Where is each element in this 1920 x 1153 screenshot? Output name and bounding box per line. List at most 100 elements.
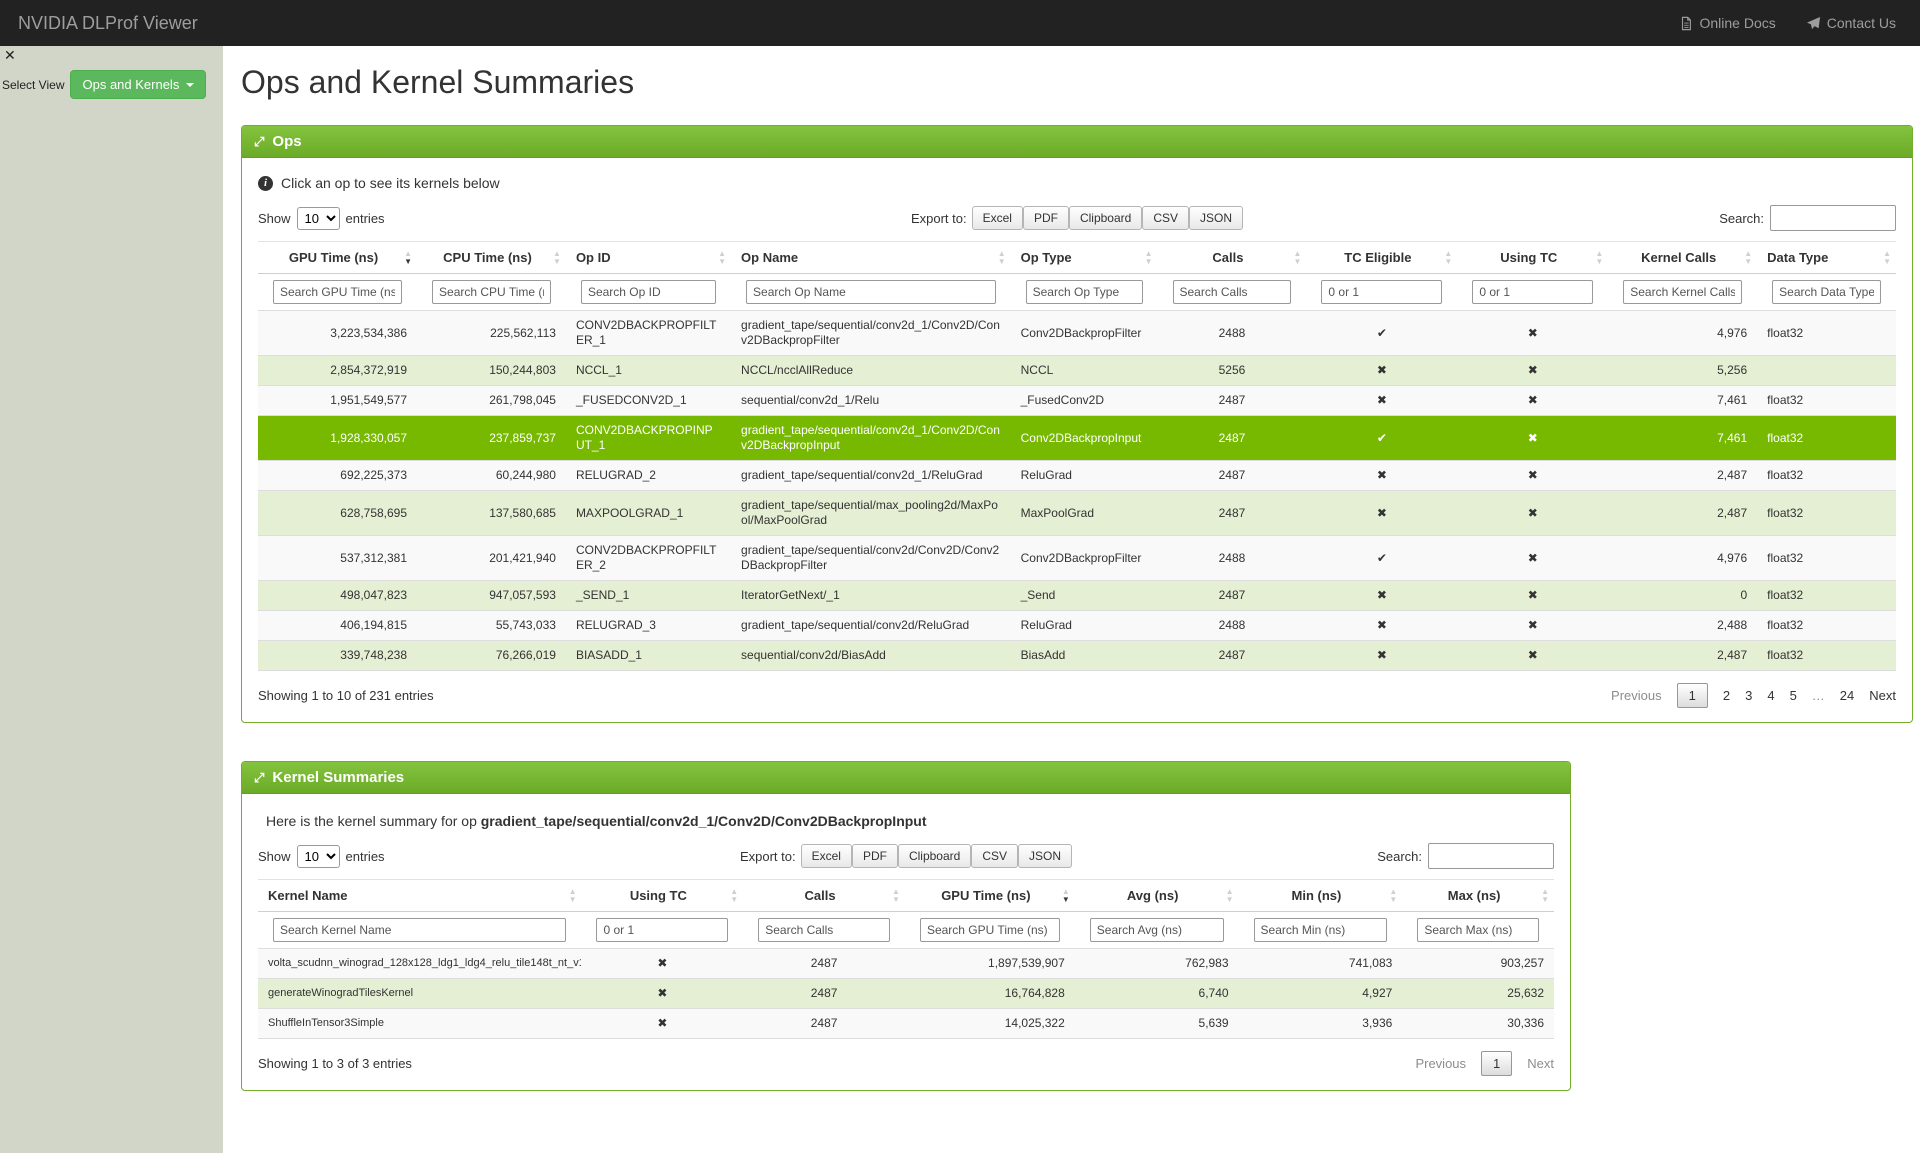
table-row[interactable]: 1,928,330,057237,859,737CONV2DBACKPROPIN… [258, 416, 1896, 461]
table-row[interactable]: 537,312,381201,421,940CONV2DBACKPROPFILT… [258, 536, 1896, 581]
export-clipboard-button[interactable]: Clipboard [1069, 206, 1142, 230]
column-header-using-tc[interactable]: Using TC▲▼ [1457, 242, 1608, 274]
column-header-using-tc[interactable]: Using TC▲▼ [581, 880, 743, 912]
page-length-select[interactable]: 10 [297, 207, 340, 230]
filter-input-tc-eligible[interactable] [1321, 280, 1442, 304]
table-search-input[interactable] [1428, 843, 1554, 869]
column-header-gpu-time-ns[interactable]: GPU Time (ns)▲▼ [905, 880, 1075, 912]
pagination-4[interactable]: 4 [1767, 688, 1774, 703]
table-cell: gradient_tape/sequential/conv2d_1/Conv2D… [731, 416, 1011, 461]
table-cell: 903,257 [1402, 949, 1554, 979]
close-icon[interactable]: ✕ [4, 48, 16, 62]
column-header-label: Calls [1212, 250, 1243, 265]
column-header-min-ns[interactable]: Min (ns)▲▼ [1239, 880, 1403, 912]
filter-input-data-type[interactable] [1772, 280, 1881, 304]
export-pdf-button[interactable]: PDF [1023, 206, 1069, 230]
pagination-3[interactable]: 3 [1745, 688, 1752, 703]
table-cell: _Send [1011, 581, 1158, 611]
contact-us-link[interactable]: Contact Us [1806, 15, 1896, 31]
table-search-input[interactable] [1770, 205, 1896, 231]
table-cell: 4,927 [1239, 979, 1403, 1009]
filter-input-min-ns[interactable] [1254, 918, 1388, 942]
column-header-op-type[interactable]: Op Type▲▼ [1011, 242, 1158, 274]
filter-input-op-type[interactable] [1026, 280, 1143, 304]
table-cell: 237,859,737 [417, 416, 566, 461]
online-docs-link[interactable]: Online Docs [1679, 15, 1775, 31]
entries-info: Showing 1 to 3 of 3 entries [258, 1056, 412, 1071]
filter-input-avg-ns[interactable] [1090, 918, 1224, 942]
column-header-cpu-time-ns[interactable]: CPU Time (ns)▲▼ [417, 242, 566, 274]
table-cell: 628,758,695 [258, 491, 417, 536]
filter-input-gpu-time-ns[interactable] [920, 918, 1060, 942]
table-cell: BiasAdd [1011, 641, 1158, 671]
export-excel-button[interactable]: Excel [801, 844, 852, 868]
pagination-5[interactable]: 5 [1790, 688, 1797, 703]
table-row[interactable]: 406,194,81555,743,033RELUGRAD_3gradient_… [258, 611, 1896, 641]
table-row[interactable]: 692,225,37360,244,980RELUGRAD_2gradient_… [258, 461, 1896, 491]
table-cell: 3,936 [1239, 1009, 1403, 1039]
column-header-avg-ns[interactable]: Avg (ns)▲▼ [1075, 880, 1239, 912]
export-clipboard-button[interactable]: Clipboard [898, 844, 971, 868]
filter-input-calls[interactable] [1173, 280, 1292, 304]
filter-input-kernel-calls[interactable] [1623, 280, 1742, 304]
table-cell: 2487 [743, 979, 905, 1009]
column-header-kernel-calls[interactable]: Kernel Calls▲▼ [1608, 242, 1757, 274]
filter-input-using-tc[interactable] [1472, 280, 1593, 304]
app-brand[interactable]: NVIDIA DLProf Viewer [18, 13, 198, 34]
table-cell: 14,025,322 [905, 1009, 1075, 1039]
export-excel-button[interactable]: Excel [972, 206, 1023, 230]
table-row[interactable]: 3,223,534,386225,562,113CONV2DBACKPROPFI… [258, 311, 1896, 356]
filter-input-op-id[interactable] [581, 280, 716, 304]
column-header-op-id[interactable]: Op ID▲▼ [566, 242, 731, 274]
filter-input-max-ns[interactable] [1417, 918, 1539, 942]
table-cell: 6,740 [1075, 979, 1239, 1009]
table-row[interactable]: 2,854,372,919150,244,803NCCL_1NCCL/ncclA… [258, 356, 1896, 386]
column-header-tc-eligible[interactable]: TC Eligible▲▼ [1306, 242, 1457, 274]
pagination-1[interactable]: 1 [1481, 1051, 1512, 1076]
table-row[interactable]: 339,748,23876,266,019BIASADD_1sequential… [258, 641, 1896, 671]
kernel-summary-line: Here is the kernel summary for op gradie… [258, 813, 1554, 829]
ops-panel: ⤢ Ops i Click an op to see its kernels b… [241, 125, 1913, 723]
filter-input-kernel-name[interactable] [273, 918, 566, 942]
filter-input-using-tc[interactable] [596, 918, 728, 942]
filter-input-cpu-time-ns[interactable] [432, 280, 551, 304]
kernel-show-entries: Show 10 entries [258, 845, 385, 868]
page-length-select[interactable]: 10 [297, 845, 340, 868]
column-header-calls[interactable]: Calls▲▼ [1158, 242, 1307, 274]
table-row[interactable]: 498,047,823947,057,593_SEND_1IteratorGet… [258, 581, 1896, 611]
top-navbar: NVIDIA DLProf Viewer Online Docs Contact… [0, 0, 1920, 46]
pagination-24[interactable]: 24 [1840, 688, 1854, 703]
export-json-button[interactable]: JSON [1189, 206, 1243, 230]
column-header-data-type[interactable]: Data Type▲▼ [1757, 242, 1896, 274]
export-csv-button[interactable]: CSV [971, 844, 1018, 868]
pagination-2[interactable]: 2 [1723, 688, 1730, 703]
table-cell: 1,928,330,057 [258, 416, 417, 461]
column-header-op-name[interactable]: Op Name▲▼ [731, 242, 1011, 274]
table-cell: gradient_tape/sequential/conv2d_1/Conv2D… [731, 311, 1011, 356]
table-cell: float32 [1757, 386, 1896, 416]
sort-arrows-icon: ▲▼ [718, 250, 726, 266]
table-row[interactable]: 1,951,549,577261,798,045_FUSEDCONV2D_1se… [258, 386, 1896, 416]
column-header-max-ns[interactable]: Max (ns)▲▼ [1402, 880, 1554, 912]
column-header-label: Using TC [630, 888, 687, 903]
filter-input-gpu-time-ns[interactable] [273, 280, 402, 304]
export-json-button[interactable]: JSON [1018, 844, 1072, 868]
filter-input-calls[interactable] [758, 918, 890, 942]
table-cell [1757, 356, 1896, 386]
view-selector-button[interactable]: Ops and Kernels [70, 70, 206, 99]
table-cell: NCCL/ncclAllReduce [731, 356, 1011, 386]
export-pdf-button[interactable]: PDF [852, 844, 898, 868]
filter-input-op-name[interactable] [746, 280, 996, 304]
view-selector-row: Select View Ops and Kernels [0, 46, 223, 99]
table-cell: ✔ [1306, 311, 1457, 356]
column-header-kernel-name[interactable]: Kernel Name▲▼ [258, 880, 581, 912]
pagination-1[interactable]: 1 [1677, 683, 1708, 708]
table-row[interactable]: 628,758,695137,580,685MAXPOOLGRAD_1gradi… [258, 491, 1896, 536]
column-header-calls[interactable]: Calls▲▼ [743, 880, 905, 912]
pagination-next[interactable]: Next [1869, 688, 1896, 703]
table-cell: 537,312,381 [258, 536, 417, 581]
table-cell: 2487 [1158, 416, 1307, 461]
column-header-gpu-time-ns[interactable]: GPU Time (ns)▲▼ [258, 242, 417, 274]
export-csv-button[interactable]: CSV [1142, 206, 1189, 230]
kernel-pagination: Previous1Next [1415, 1051, 1554, 1076]
